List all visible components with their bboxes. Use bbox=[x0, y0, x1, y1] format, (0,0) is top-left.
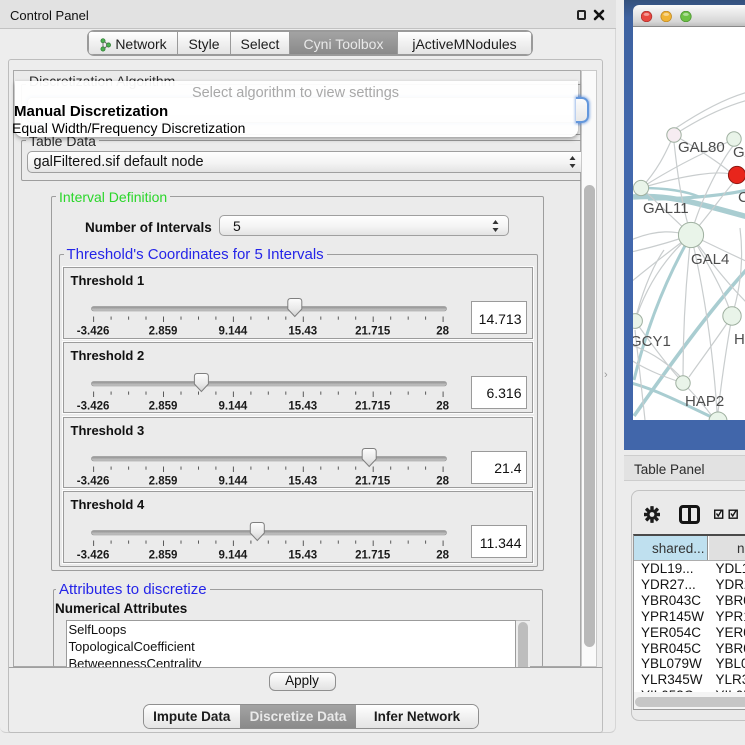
svg-text:28: 28 bbox=[436, 326, 449, 338]
svg-text:-3.426: -3.426 bbox=[76, 326, 109, 338]
svg-text:-3.426: -3.426 bbox=[76, 475, 109, 487]
svg-text:28: 28 bbox=[436, 475, 449, 487]
svg-text:-3.426: -3.426 bbox=[76, 400, 109, 412]
svg-text:2.859: 2.859 bbox=[148, 550, 177, 562]
svg-text:15.43: 15.43 bbox=[288, 475, 317, 487]
svg-text:15.43: 15.43 bbox=[288, 326, 317, 338]
svg-text:9.144: 9.144 bbox=[218, 475, 247, 487]
svg-text:2.859: 2.859 bbox=[148, 326, 177, 338]
svg-text:21.715: 21.715 bbox=[355, 326, 391, 338]
svg-text:-3.426: -3.426 bbox=[76, 550, 109, 562]
svg-text:2.859: 2.859 bbox=[148, 475, 177, 487]
svg-text:9.144: 9.144 bbox=[218, 400, 247, 412]
svg-text:GAL3: GAL3 bbox=[733, 144, 745, 161]
svg-text:GCY1: GCY1 bbox=[633, 333, 671, 350]
svg-text:15.43: 15.43 bbox=[288, 400, 317, 412]
svg-text:15.43: 15.43 bbox=[288, 550, 317, 562]
svg-text:GAL11: GAL11 bbox=[643, 200, 689, 217]
svg-text:HAP2: HAP2 bbox=[685, 393, 724, 410]
svg-text:C: C bbox=[738, 189, 745, 206]
svg-text:2.859: 2.859 bbox=[148, 400, 177, 412]
svg-text:21.715: 21.715 bbox=[355, 475, 391, 487]
svg-text:21.715: 21.715 bbox=[355, 400, 391, 412]
svg-text:GAL80: GAL80 bbox=[678, 139, 725, 156]
svg-text:9.144: 9.144 bbox=[218, 550, 247, 562]
svg-text:9.144: 9.144 bbox=[218, 326, 247, 338]
svg-text:21.715: 21.715 bbox=[355, 550, 391, 562]
svg-text:28: 28 bbox=[436, 400, 449, 412]
svg-text:28: 28 bbox=[436, 550, 449, 562]
svg-text:HIS: HIS bbox=[734, 331, 745, 348]
svg-text:GAL4: GAL4 bbox=[691, 251, 729, 268]
